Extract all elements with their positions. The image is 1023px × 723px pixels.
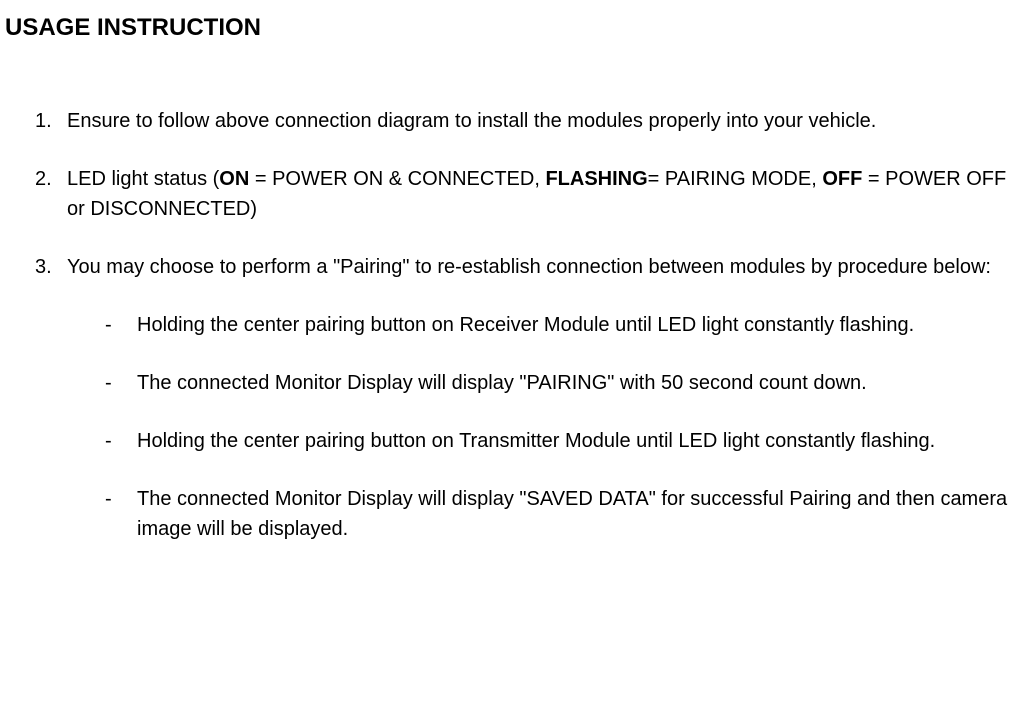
item-text: LED light status (ON = POWER ON & CONNEC…: [67, 168, 1006, 220]
dash-marker: -: [105, 310, 112, 340]
sub-item-text: The connected Monitor Display will displ…: [137, 488, 1007, 540]
text-part: = POWER ON & CONNECTED,: [249, 168, 545, 190]
list-item: 3. You may choose to perform a "Pairing"…: [35, 252, 1018, 544]
dash-marker: -: [105, 368, 112, 398]
text-part: LED light status (: [67, 168, 219, 190]
sub-item-text: The connected Monitor Display will displ…: [137, 372, 867, 394]
text-part: = PAIRING MODE,: [648, 168, 823, 190]
sub-item-text: Holding the center pairing button on Tra…: [137, 430, 935, 452]
sub-list: - Holding the center pairing button on R…: [67, 310, 1018, 544]
item-number: 3.: [35, 252, 52, 282]
list-item: 2. LED light status (ON = POWER ON & CON…: [35, 164, 1018, 224]
sub-list-item: - Holding the center pairing button on R…: [105, 310, 1018, 340]
dash-marker: -: [105, 484, 112, 514]
text-part-bold: OFF: [822, 168, 862, 190]
sub-item-text: Holding the center pairing button on Rec…: [137, 314, 914, 336]
list-item: 1. Ensure to follow above connection dia…: [35, 106, 1018, 136]
sub-list-item: - The connected Monitor Display will dis…: [105, 368, 1018, 398]
page-title: USAGE INSTRUCTION: [5, 10, 1018, 46]
sub-list-item: - Holding the center pairing button on T…: [105, 426, 1018, 456]
dash-marker: -: [105, 426, 112, 456]
item-number: 1.: [35, 106, 52, 136]
sub-list-item: - The connected Monitor Display will dis…: [105, 484, 1018, 544]
text-part-bold: ON: [219, 168, 249, 190]
item-text: You may choose to perform a "Pairing" to…: [67, 256, 991, 278]
item-text: Ensure to follow above connection diagra…: [67, 110, 876, 132]
item-number: 2.: [35, 164, 52, 194]
text-part-bold: FLASHING: [545, 168, 647, 190]
instruction-list: 1. Ensure to follow above connection dia…: [5, 106, 1018, 544]
